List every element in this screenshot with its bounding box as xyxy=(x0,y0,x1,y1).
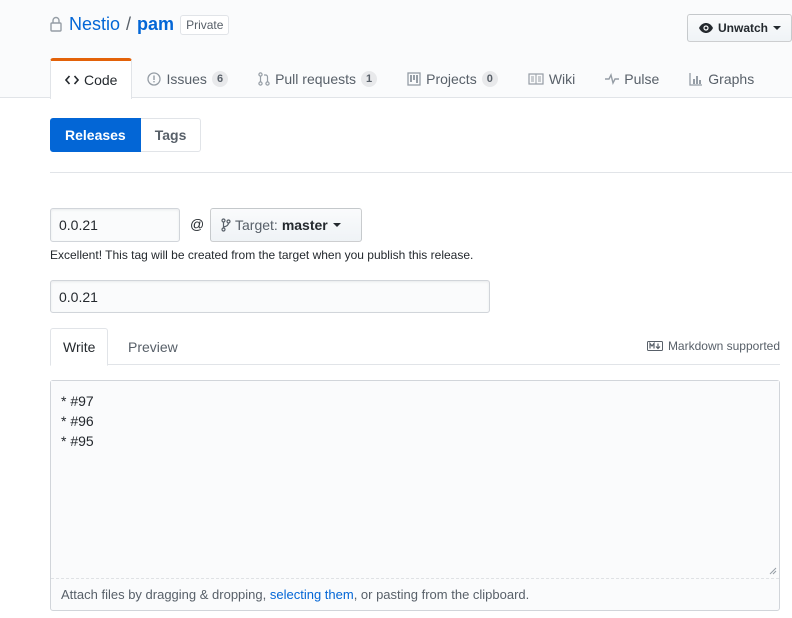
graph-icon xyxy=(689,73,703,86)
code-icon xyxy=(65,75,79,85)
issues-count: 6 xyxy=(211,71,229,87)
selecting-them-link[interactable]: selecting them xyxy=(270,587,354,602)
tags-tab[interactable]: Tags xyxy=(140,118,202,152)
repo-header: Nestio / pam Private Unwatch Code Issues… xyxy=(0,0,792,99)
pull-requests-count: 1 xyxy=(361,71,378,87)
tab-pull-requests-label: Pull requests xyxy=(275,71,356,87)
eye-icon xyxy=(699,23,713,33)
project-icon xyxy=(407,72,421,86)
pulse-icon xyxy=(605,73,620,85)
tab-projects[interactable]: Projects 0 xyxy=(392,58,513,99)
attach-suffix: , or pasting from the clipboard. xyxy=(353,587,530,602)
private-badge: Private xyxy=(180,14,230,35)
tab-pull-requests[interactable]: Pull requests 1 xyxy=(243,58,392,99)
markdown-supported-note[interactable]: Markdown supported xyxy=(646,339,780,353)
editor-tabs: Write Preview Markdown supported xyxy=(50,328,780,366)
write-tab[interactable]: Write xyxy=(50,328,109,366)
target-label: Target: xyxy=(235,217,278,233)
markdown-note-label: Markdown supported xyxy=(667,339,780,353)
tab-graphs-label: Graphs xyxy=(708,71,755,87)
releases-subnav: Releases Tags xyxy=(50,118,202,152)
tab-issues-label: Issues xyxy=(166,71,207,87)
tab-issues[interactable]: Issues 6 xyxy=(132,58,243,99)
repo-title: Nestio / pam Private xyxy=(50,14,230,35)
section-divider xyxy=(50,172,792,173)
tag-version-input[interactable] xyxy=(50,208,180,242)
markdown-icon xyxy=(646,341,663,351)
resize-handle-icon[interactable] xyxy=(769,567,777,575)
repo-owner-link[interactable]: Nestio xyxy=(69,14,120,35)
tab-pulse[interactable]: Pulse xyxy=(590,58,674,99)
repo-name-link[interactable]: pam xyxy=(137,14,174,35)
tag-hint-text: Excellent! This tag will be created from… xyxy=(50,248,474,262)
release-title-input[interactable] xyxy=(50,280,490,313)
unwatch-label: Unwatch xyxy=(718,21,769,35)
tab-graphs[interactable]: Graphs xyxy=(674,58,769,99)
at-sign: @ xyxy=(190,216,205,232)
repo-path-separator: / xyxy=(126,14,132,34)
projects-count: 0 xyxy=(481,71,498,87)
tab-wiki-label: Wiki xyxy=(548,71,576,87)
issue-icon xyxy=(147,72,162,86)
release-body-textarea[interactable] xyxy=(51,381,779,579)
release-body-editor: Attach files by dragging & dropping, sel… xyxy=(50,380,780,611)
tab-pulse-label: Pulse xyxy=(624,71,660,87)
attach-files-bar[interactable]: Attach files by dragging & dropping, sel… xyxy=(51,580,779,610)
branch-icon xyxy=(221,218,231,232)
preview-tab[interactable]: Preview xyxy=(116,328,190,365)
tab-wiki[interactable]: Wiki xyxy=(513,58,590,99)
attach-prefix: Attach files by dragging & dropping, xyxy=(61,587,270,602)
tab-code[interactable]: Code xyxy=(50,58,133,99)
target-branch-select[interactable]: Target: master xyxy=(210,208,362,242)
releases-tab[interactable]: Releases xyxy=(50,118,141,152)
target-branch-name: master xyxy=(281,217,328,233)
book-icon xyxy=(528,73,544,85)
tab-projects-label: Projects xyxy=(426,71,477,87)
pull-request-icon xyxy=(258,72,270,86)
tab-code-label: Code xyxy=(84,72,118,88)
unwatch-button[interactable]: Unwatch xyxy=(687,14,792,42)
chevron-down-icon xyxy=(332,223,341,227)
lock-icon xyxy=(50,16,64,34)
repo-nav: Code Issues 6 Pull requests 1 Projects 0… xyxy=(50,58,769,99)
chevron-down-icon xyxy=(773,26,782,30)
